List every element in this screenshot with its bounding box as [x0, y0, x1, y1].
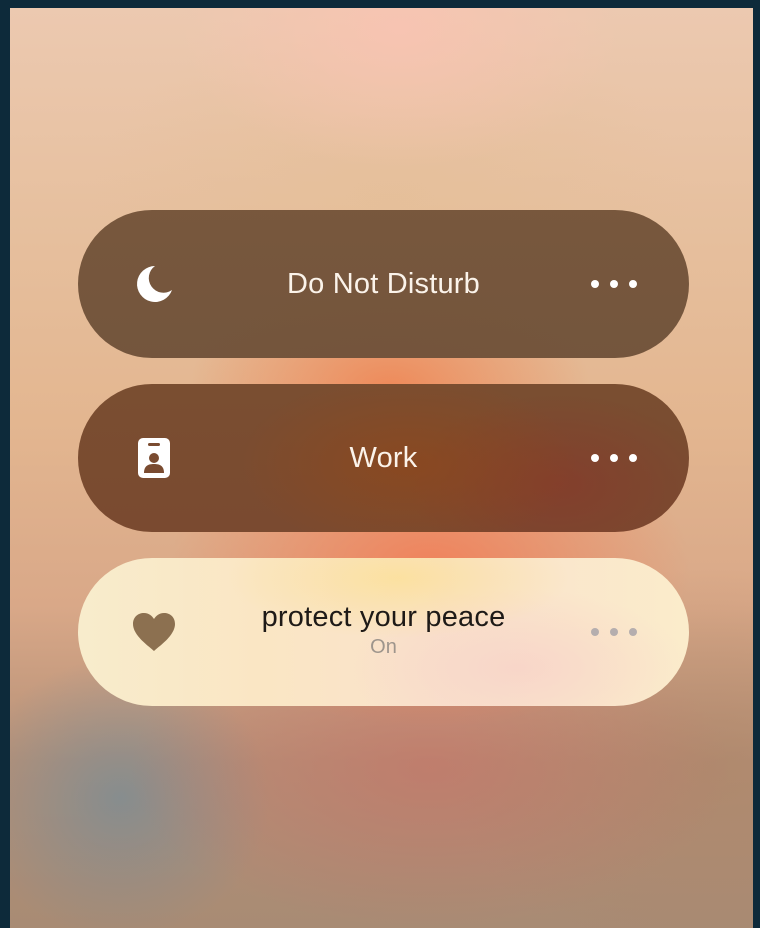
- ellipsis-dot: [610, 454, 618, 462]
- ellipsis-dot: [610, 280, 618, 288]
- focus-mode-work[interactable]: Work: [78, 384, 689, 532]
- more-options-button[interactable]: [591, 434, 637, 482]
- ellipsis-dot: [591, 628, 599, 636]
- ellipsis-dot: [610, 628, 618, 636]
- focus-mode-title: Do Not Disturb: [287, 267, 480, 300]
- heart-icon: [130, 608, 178, 656]
- focus-mode-protect-your-peace[interactable]: protect your peace On: [78, 558, 689, 706]
- focus-mode-title: protect your peace: [261, 601, 506, 633]
- ellipsis-dot: [591, 454, 599, 462]
- ellipsis-dot: [629, 628, 637, 636]
- ellipsis-dot: [629, 280, 637, 288]
- focus-control-center: Do Not Disturb Work protect your peace O…: [10, 8, 753, 928]
- id-badge-icon: [130, 434, 178, 482]
- focus-mode-label-group: Do Not Disturb: [198, 210, 569, 358]
- focus-mode-label-group: protect your peace On: [198, 558, 569, 706]
- more-options-button[interactable]: [591, 608, 637, 656]
- focus-mode-label-group: Work: [198, 384, 569, 532]
- ellipsis-dot: [591, 280, 599, 288]
- focus-mode-do-not-disturb[interactable]: Do Not Disturb: [78, 210, 689, 358]
- focus-mode-title: Work: [349, 441, 418, 474]
- moon-icon: [130, 260, 178, 308]
- more-options-button[interactable]: [591, 260, 637, 308]
- ellipsis-dot: [629, 454, 637, 462]
- focus-mode-status: On: [370, 636, 397, 658]
